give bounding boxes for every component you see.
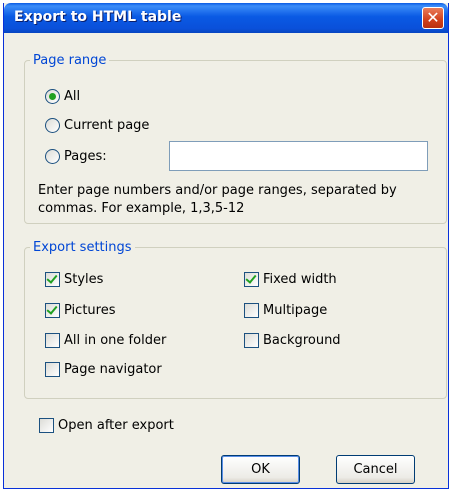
page-navigator-checkbox[interactable]: Page navigator <box>45 362 162 377</box>
title-bar[interactable]: Export to HTML table ✕ <box>4 3 448 33</box>
radio-current-page-label: Current page <box>64 118 150 133</box>
close-icon: ✕ <box>426 8 440 27</box>
radio-current-page-indicator[interactable] <box>45 118 60 133</box>
open-after-export-label: Open after export <box>58 418 174 433</box>
radio-current-page[interactable]: Current page <box>45 118 149 133</box>
page-range-legend: Page range <box>33 53 107 68</box>
all-in-one-folder-label: All in one folder <box>64 333 167 348</box>
multipage-label: Multipage <box>263 303 328 318</box>
fixed-width-check-indicator[interactable] <box>244 272 259 287</box>
radio-pages-label: Pages: <box>64 149 107 164</box>
open-after-export-check-indicator[interactable] <box>39 418 54 433</box>
styles-label: Styles <box>64 272 104 287</box>
all-in-one-folder-checkbox[interactable]: All in one folder <box>45 333 166 348</box>
cancel-button[interactable]: Cancel <box>336 455 415 484</box>
radio-pages[interactable]: Pages: <box>45 149 107 164</box>
export-settings-legend: Export settings <box>33 240 132 255</box>
page-range-hint: Enter page numbers and/or page ranges, s… <box>38 183 397 216</box>
background-check-indicator[interactable] <box>244 333 259 348</box>
radio-all-label: All <box>64 89 81 104</box>
page-navigator-check-indicator[interactable] <box>45 362 60 377</box>
close-button[interactable]: ✕ <box>422 7 444 29</box>
pictures-label: Pictures <box>64 303 116 318</box>
fixed-width-label: Fixed width <box>263 272 337 287</box>
multipage-check-indicator[interactable] <box>244 303 259 318</box>
page-navigator-label: Page navigator <box>64 362 162 377</box>
radio-pages-indicator[interactable] <box>45 149 60 164</box>
background-checkbox[interactable]: Background <box>244 333 341 348</box>
radio-all[interactable]: All <box>45 89 80 104</box>
export-dialog: Export to HTML table ✕ Page range All Cu… <box>3 3 449 489</box>
styles-checkbox[interactable]: Styles <box>45 272 103 287</box>
background-label: Background <box>263 333 341 348</box>
open-after-export-checkbox[interactable]: Open after export <box>39 418 174 433</box>
pictures-checkbox[interactable]: Pictures <box>45 303 115 318</box>
all-in-one-folder-check-indicator[interactable] <box>45 333 60 348</box>
multipage-checkbox[interactable]: Multipage <box>244 303 327 318</box>
fixed-width-checkbox[interactable]: Fixed width <box>244 272 337 287</box>
radio-all-indicator[interactable] <box>45 89 60 104</box>
styles-check-indicator[interactable] <box>45 272 60 287</box>
dialog-title: Export to HTML table <box>14 9 182 25</box>
pages-input[interactable] <box>169 141 428 171</box>
ok-button[interactable]: OK <box>221 455 300 484</box>
pictures-check-indicator[interactable] <box>45 303 60 318</box>
